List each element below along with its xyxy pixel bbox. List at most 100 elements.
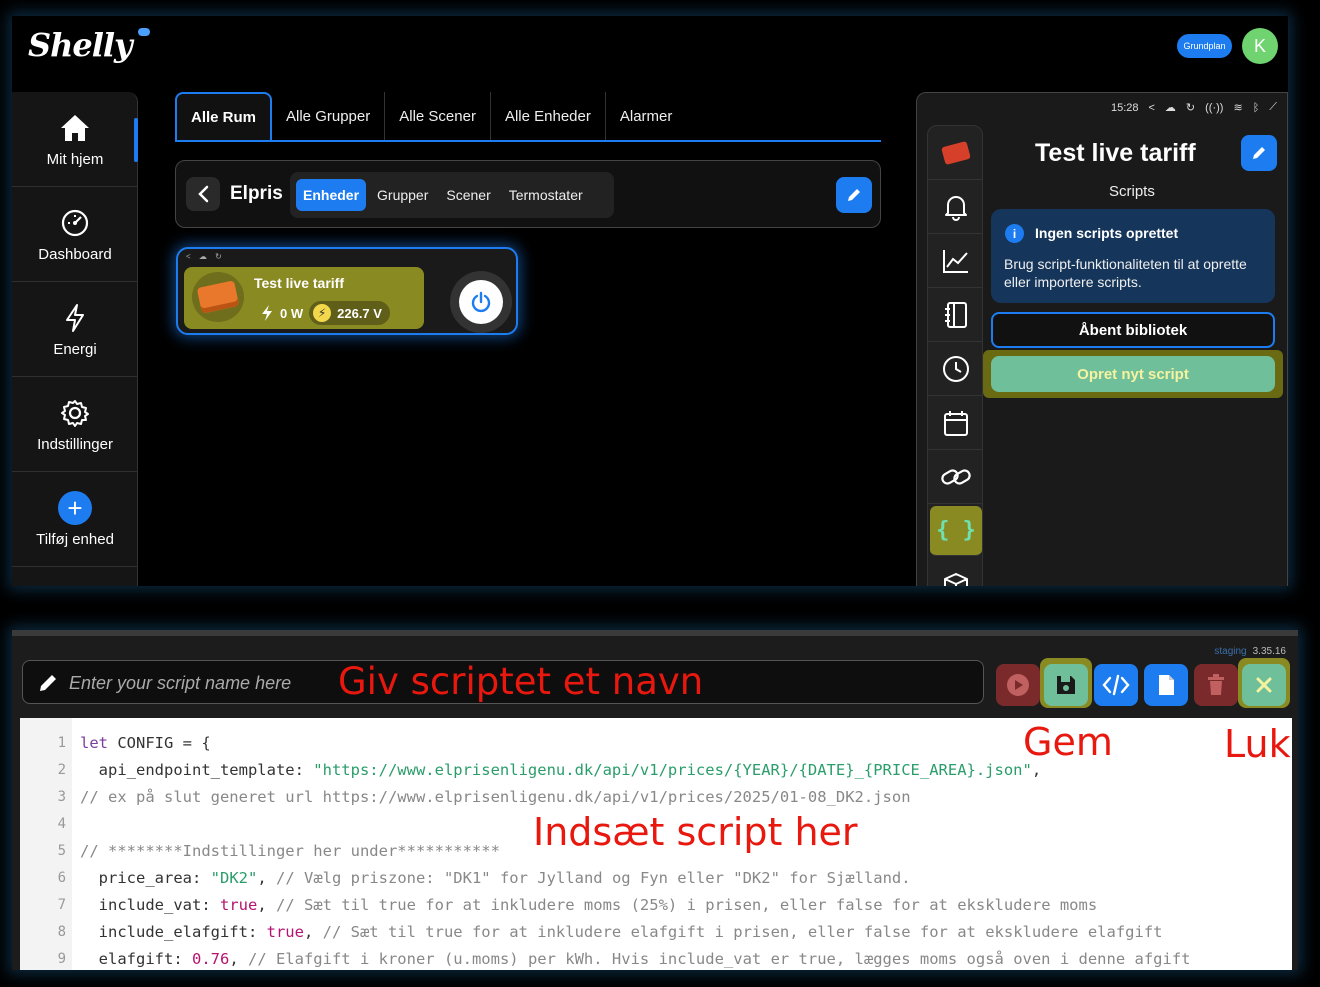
plus-icon: +	[58, 490, 92, 525]
edit-device-button[interactable]	[1241, 135, 1277, 171]
power-icon	[459, 280, 503, 324]
device-card[interactable]: < ☁ ↻ Test live tariff 0 W ⚡ 226.7 V	[176, 247, 518, 335]
sidebar-item-label: Dashboard	[38, 245, 112, 263]
edit-room-button[interactable]	[836, 177, 872, 213]
line-number: 3	[57, 789, 66, 805]
code-text: let CONFIG = {	[80, 734, 211, 752]
segment-thermostats[interactable]: Termostater	[502, 179, 590, 211]
open-library-button[interactable]: Åbent bibliotek	[991, 312, 1275, 348]
sidebar-item-energy[interactable]: Energi	[12, 282, 138, 377]
clock: 15:28	[1110, 101, 1139, 114]
line-number: 8	[57, 924, 66, 940]
sidebar-item-label: Energi	[53, 340, 97, 358]
sidebar-item-dashboard[interactable]: Dashboard	[12, 187, 138, 282]
document-button[interactable]	[1144, 664, 1188, 706]
sidebar-item-label: Tilføj enhed	[36, 530, 114, 548]
device-image	[192, 272, 244, 322]
code-line: 7 include_vat: true, // Sæt til true for…	[20, 892, 1292, 919]
segment-devices[interactable]: Enheder	[296, 179, 367, 211]
sync-icon: ↻	[1185, 102, 1196, 114]
tab-all-scenes[interactable]: Alle Scener	[385, 92, 491, 140]
panel-subtitle: Scripts	[1109, 183, 1155, 200]
floppy-icon	[1057, 676, 1075, 694]
line-number: 2	[57, 762, 66, 778]
bell-icon[interactable]	[928, 180, 982, 234]
tab-all-rooms[interactable]: Alle Rum	[175, 92, 273, 140]
version-number: 3.35.16	[1252, 646, 1286, 657]
signal-icon: ((·))	[1205, 101, 1224, 114]
line-number: 4	[57, 816, 66, 832]
info-text: Brug script-funktionaliteten til at opre…	[1004, 256, 1247, 290]
code-line: 9 elafgift: 0.76, // Elafgift i kroner (…	[20, 946, 1292, 970]
wifi-icon: ≋	[1233, 102, 1243, 114]
code-text: price_area: "DK2", // Vælg priszone: "DK…	[80, 869, 911, 887]
line-number: 5	[57, 843, 66, 859]
tab-all-groups[interactable]: Alle Grupper	[272, 92, 386, 140]
line-number: 1	[57, 735, 66, 751]
gear-icon	[60, 396, 90, 430]
pencil-icon	[848, 189, 860, 201]
sidebar-item-home[interactable]: Mit hjem	[12, 92, 138, 187]
sidebar-item-label: Indstillinger	[37, 435, 113, 453]
link-icon[interactable]	[928, 450, 982, 504]
cube-icon[interactable]	[928, 558, 982, 586]
play-icon	[1007, 674, 1029, 696]
lightning-icon	[262, 305, 272, 321]
sidebar: Mit hjem Dashboard Energi Indstillinger …	[12, 92, 138, 586]
shelly-app-window: Shelly Grundplan K Mit hjem Dashboard En…	[12, 16, 1288, 586]
room-header: Elpris Enheder Grupper Scener Termostate…	[175, 160, 881, 228]
home-icon	[59, 111, 91, 145]
code-editor[interactable]: 1 let CONFIG = { 2 api_endpoint_template:…	[20, 718, 1292, 970]
version-label: staging 3.35.16	[1214, 646, 1286, 657]
pencil-icon	[40, 675, 56, 691]
close-icon	[1256, 677, 1272, 693]
delete-button[interactable]	[1194, 664, 1238, 706]
sidebar-item-add-device[interactable]: + Tilføj enhed	[12, 472, 138, 567]
code-text: api_endpoint_template: "https://www.elpr…	[80, 761, 1042, 779]
scripts-icon[interactable]: { }	[930, 506, 982, 556]
run-button[interactable]	[996, 664, 1040, 706]
code-icon	[1102, 674, 1130, 696]
code-view-button[interactable]	[1094, 664, 1138, 706]
segment-groups[interactable]: Grupper	[370, 179, 435, 211]
clock-icon[interactable]	[928, 342, 982, 396]
back-button[interactable]	[186, 177, 220, 211]
tab-all-devices[interactable]: Alle Enheder	[491, 92, 606, 140]
status-bar: 15:28 < ☁ ↻ ((·)) ≋ ᛒ ⟋	[1111, 101, 1277, 114]
gauge-icon	[60, 206, 90, 240]
trash-icon	[1208, 674, 1224, 695]
save-button[interactable]	[1044, 664, 1088, 706]
plan-badge[interactable]: Grundplan	[1177, 34, 1232, 58]
power-toggle-button[interactable]	[450, 271, 512, 333]
document-icon	[1159, 675, 1174, 695]
line-number: 7	[57, 897, 66, 913]
avatar[interactable]: K	[1242, 28, 1278, 64]
info-box: i Ingen scripts oprettet Brug script-fun…	[991, 209, 1275, 303]
sidebar-item-label: Mit hjem	[46, 150, 104, 168]
create-new-script-button[interactable]: Opret nyt script	[991, 356, 1275, 392]
info-heading: Ingen scripts oprettet	[1035, 225, 1179, 241]
detail-icon-column: { }	[927, 125, 983, 586]
room-segment-control: Enheder Grupper Scener Termostater	[290, 172, 614, 218]
close-button[interactable]	[1242, 664, 1286, 706]
device-thumbnail[interactable]	[928, 126, 982, 180]
device-power: 0 W	[280, 305, 304, 321]
segment-scenes[interactable]: Scener	[439, 179, 497, 211]
code-text: elafgift: 0.76, // Elafgift i kroner (u.…	[80, 950, 1191, 968]
pencil-icon	[1253, 147, 1265, 159]
code-line: 8 include_elafgift: true, // Sæt til tru…	[20, 919, 1292, 946]
sidebar-item-settings[interactable]: Indstillinger	[12, 377, 138, 472]
calendar-icon[interactable]	[928, 396, 982, 450]
script-editor-window: staging 3.35.16 Giv scriptet et navn 1 let…	[12, 630, 1298, 970]
device-card-highlight: Test live tariff 0 W ⚡ 226.7 V	[184, 267, 424, 329]
panel-title: Test live tariff	[1035, 139, 1196, 167]
notebook-icon[interactable]	[928, 288, 982, 342]
chart-icon[interactable]	[928, 234, 982, 288]
annotation-name: Giv scriptet et navn	[338, 660, 704, 703]
code-text: include_vat: true, // Sæt til true for a…	[80, 896, 1098, 914]
script-name-input[interactable]	[69, 669, 319, 697]
annotation-save: Gem	[1023, 720, 1113, 764]
code-line: 3 // ex på slut generet url https://www.e…	[20, 784, 1292, 811]
tab-alarms[interactable]: Alarmer	[606, 92, 687, 140]
voltage-icon: ⚡	[313, 304, 332, 322]
